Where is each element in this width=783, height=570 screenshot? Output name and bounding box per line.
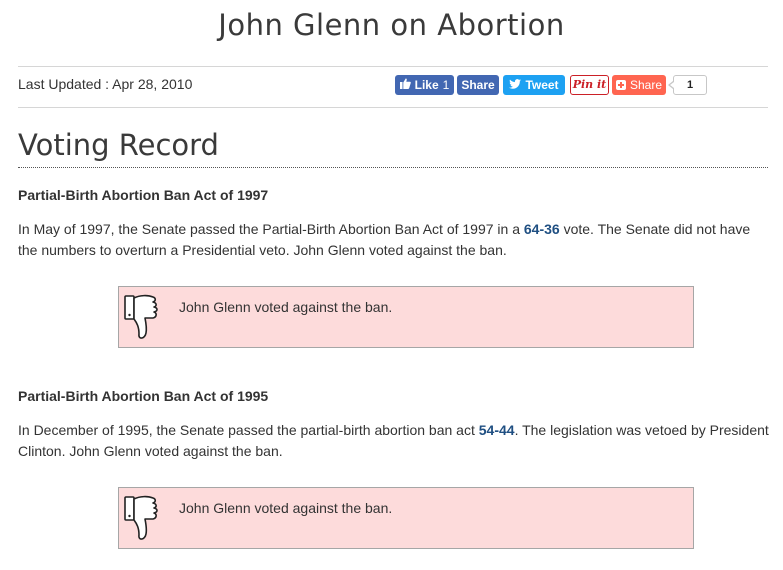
header-divider-bottom [18, 107, 768, 108]
bill-text-before: In May of 1997, the Senate passed the Pa… [18, 221, 524, 237]
pin-label: Pin it [572, 78, 607, 91]
page-title: John Glenn on Abortion [218, 8, 565, 42]
facebook-share-button[interactable]: Share [457, 75, 499, 95]
section-divider [18, 167, 768, 168]
vote-box-text: John Glenn voted against the ban. [179, 299, 393, 315]
thumbs-down-icon [124, 495, 158, 540]
bill-text-before: In December of 1995, the Senate passed t… [18, 422, 479, 438]
vote-box: John Glenn voted against the ban. [118, 487, 694, 549]
tweet-label: Tweet [525, 78, 559, 92]
plus-icon [615, 80, 626, 90]
facebook-like-button[interactable]: Like 1 [395, 75, 454, 95]
vote-box-text: John Glenn voted against the ban. [179, 500, 393, 516]
thumbs-down-icon [124, 294, 158, 339]
addthis-share-button[interactable]: Share [612, 75, 666, 95]
bill-description: In December of 1995, the Senate passed t… [18, 420, 770, 462]
last-updated: Last Updated : Apr 28, 2010 [18, 76, 193, 92]
vote-tally-link[interactable]: 64-36 [524, 221, 560, 237]
header-divider-top [18, 66, 768, 67]
thumbs-up-icon [399, 75, 411, 95]
facebook-share-label: Share [461, 78, 495, 92]
tweet-button[interactable]: Tweet [503, 75, 565, 95]
section-heading: Voting Record [18, 128, 219, 162]
pinterest-pin-button[interactable]: Pin it [570, 75, 609, 95]
twitter-bird-icon [509, 75, 522, 95]
share-count-bubble: 1 [668, 75, 707, 95]
vote-box: John Glenn voted against the ban. [118, 286, 694, 348]
bill-title: Partial-Birth Abortion Ban Act of 1995 [18, 388, 269, 404]
bill-description: In May of 1997, the Senate passed the Pa… [18, 219, 770, 261]
bill-title: Partial-Birth Abortion Ban Act of 1997 [18, 187, 269, 203]
like-label: Like [414, 78, 439, 92]
vote-tally-link[interactable]: 54-44 [479, 422, 515, 438]
addthis-share-label: Share [629, 78, 663, 92]
like-count: 1 [442, 78, 450, 92]
